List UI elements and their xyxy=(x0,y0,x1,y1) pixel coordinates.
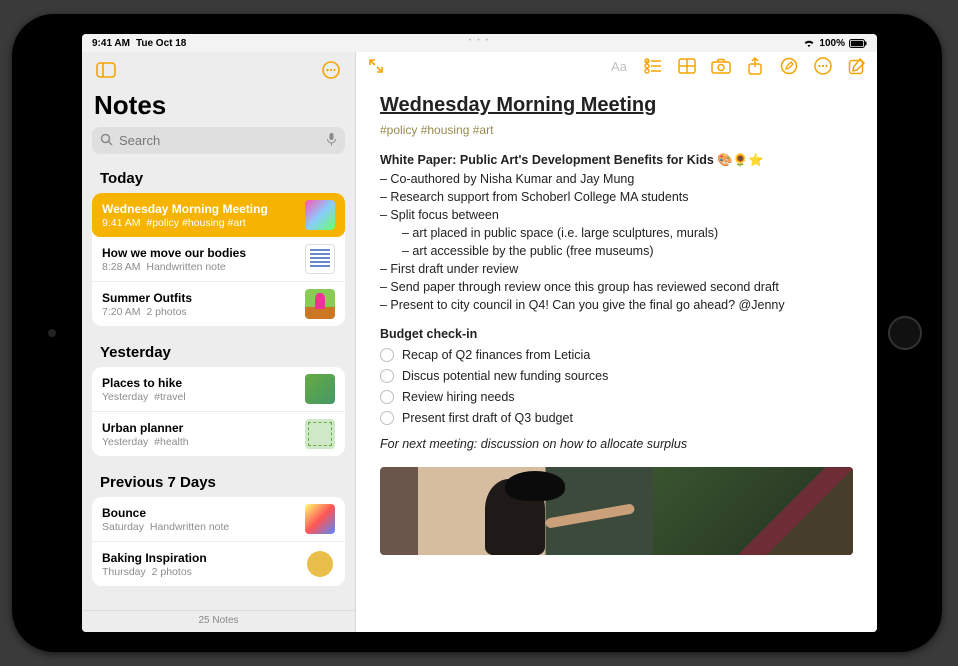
sidebar: Notes Today Wed xyxy=(82,52,356,632)
note-meta: Thursday 2 photos xyxy=(102,566,297,578)
share-icon[interactable] xyxy=(745,56,765,76)
note-meta: 9:41 AM #policy #housing #art xyxy=(102,217,297,229)
note-thumb xyxy=(305,200,335,230)
body-line: – Co-authored by Nisha Kumar and Jay Mun… xyxy=(380,170,853,188)
notes-count-footer: 25 Notes xyxy=(82,610,355,632)
checkbox-icon[interactable] xyxy=(380,369,394,383)
checkbox-icon[interactable] xyxy=(380,390,394,404)
body-line: – First draft under review xyxy=(380,260,853,278)
note-title: Bounce xyxy=(102,506,297,520)
status-date: Tue Oct 18 xyxy=(136,38,186,49)
note-thumb xyxy=(305,374,335,404)
multitask-dots[interactable]: • • • xyxy=(469,37,490,44)
search-icon xyxy=(100,133,113,149)
camera-icon[interactable] xyxy=(711,56,731,76)
checklist-item[interactable]: Recap of Q2 finances from Leticia xyxy=(380,346,853,364)
note-item[interactable]: Urban planner Yesterday #health xyxy=(92,412,345,456)
note-thumb xyxy=(305,504,335,534)
note-title: Summer Outfits xyxy=(102,291,297,305)
sidebar-title: Notes xyxy=(82,88,355,127)
battery-icon xyxy=(849,39,867,48)
body-line: – Present to city council in Q4! Can you… xyxy=(380,296,853,314)
note-thumb xyxy=(305,549,335,579)
section-heading: Budget check-in xyxy=(380,325,853,343)
note-body[interactable]: Wednesday Morning Meeting #policy #housi… xyxy=(356,83,877,632)
front-camera xyxy=(48,329,56,337)
note-title: How we move our bodies xyxy=(102,246,297,260)
body-line: – Split focus between xyxy=(380,206,853,224)
note-thumb xyxy=(305,289,335,319)
checklist-item[interactable]: Review hiring needs xyxy=(380,388,853,406)
section-heading-yesterday: Yesterday xyxy=(82,336,355,367)
checklist-item[interactable]: Discus potential new funding sources xyxy=(380,367,853,385)
note-item[interactable]: Wednesday Morning Meeting 9:41 AM #polic… xyxy=(92,193,345,237)
search-input[interactable] xyxy=(119,133,320,148)
note-editor: Aa Wednesday Morning Meeting #policy xyxy=(356,52,877,632)
screen: • • • 9:41 AM Tue Oct 18 100% xyxy=(82,34,877,632)
note-title: Urban planner xyxy=(102,421,297,435)
notes-scroll[interactable]: Today Wednesday Morning Meeting 9:41 AM … xyxy=(82,162,355,610)
note-heading: Wednesday Morning Meeting xyxy=(380,91,853,120)
notes-app: Notes Today Wed xyxy=(82,52,877,632)
sidebar-toggle-icon[interactable] xyxy=(94,58,118,82)
note-meta: Yesterday #travel xyxy=(102,391,297,403)
checkbox-icon[interactable] xyxy=(380,348,394,362)
note-title: Baking Inspiration xyxy=(102,551,297,565)
note-item[interactable]: How we move our bodies 8:28 AM Handwritt… xyxy=(92,237,345,282)
section-heading-prev7: Previous 7 Days xyxy=(82,466,355,497)
note-item[interactable]: Summer Outfits 7:20 AM 2 photos xyxy=(92,282,345,326)
ipad-frame: • • • 9:41 AM Tue Oct 18 100% xyxy=(12,14,942,652)
compose-icon[interactable] xyxy=(847,56,867,76)
note-title: Wednesday Morning Meeting xyxy=(102,202,297,216)
note-list-today: Wednesday Morning Meeting 9:41 AM #polic… xyxy=(92,193,345,326)
note-thumb xyxy=(305,244,335,274)
editor-toolbar: Aa xyxy=(356,52,877,83)
expand-icon[interactable] xyxy=(366,56,386,76)
body-line: – Research support from Schoberl College… xyxy=(380,188,853,206)
text-format-icon[interactable]: Aa xyxy=(609,56,629,76)
section-heading-today: Today xyxy=(82,162,355,193)
home-button[interactable] xyxy=(888,316,922,350)
note-meta: Yesterday #health xyxy=(102,436,297,448)
wifi-icon xyxy=(803,38,815,48)
embedded-photo[interactable] xyxy=(380,467,853,555)
more-options-icon[interactable] xyxy=(813,56,833,76)
mic-icon[interactable] xyxy=(326,132,337,149)
note-item[interactable]: Bounce Saturday Handwritten note xyxy=(92,497,345,542)
search-field[interactable] xyxy=(92,127,345,154)
checkbox-icon[interactable] xyxy=(380,411,394,425)
checklist-item[interactable]: Present first draft of Q3 budget xyxy=(380,409,853,427)
note-tags[interactable]: #policy #housing #art xyxy=(380,122,853,139)
body-line: For next meeting: discussion on how to a… xyxy=(380,435,853,453)
note-list-prev7: Bounce Saturday Handwritten note Baking … xyxy=(92,497,345,586)
note-thumb xyxy=(305,419,335,449)
note-meta: 7:20 AM 2 photos xyxy=(102,306,297,318)
note-item[interactable]: Places to hike Yesterday #travel xyxy=(92,367,345,412)
body-line: – art accessible by the public (free mus… xyxy=(402,242,853,260)
note-item[interactable]: Baking Inspiration Thursday 2 photos xyxy=(92,542,345,586)
note-title: Places to hike xyxy=(102,376,297,390)
note-meta: 8:28 AM Handwritten note xyxy=(102,261,297,273)
note-meta: Saturday Handwritten note xyxy=(102,521,297,533)
markup-icon[interactable] xyxy=(779,56,799,76)
body-line: – Send paper through review once this gr… xyxy=(380,278,853,296)
note-list-yesterday: Places to hike Yesterday #travel Urban p… xyxy=(92,367,345,456)
body-line: – art placed in public space (i.e. large… xyxy=(402,224,853,242)
status-time: 9:41 AM xyxy=(92,38,130,49)
battery-pct: 100% xyxy=(819,38,845,49)
table-icon[interactable] xyxy=(677,56,697,76)
checklist-icon[interactable] xyxy=(643,56,663,76)
section-heading: White Paper: Public Art's Development Be… xyxy=(380,151,853,169)
more-icon[interactable] xyxy=(319,58,343,82)
